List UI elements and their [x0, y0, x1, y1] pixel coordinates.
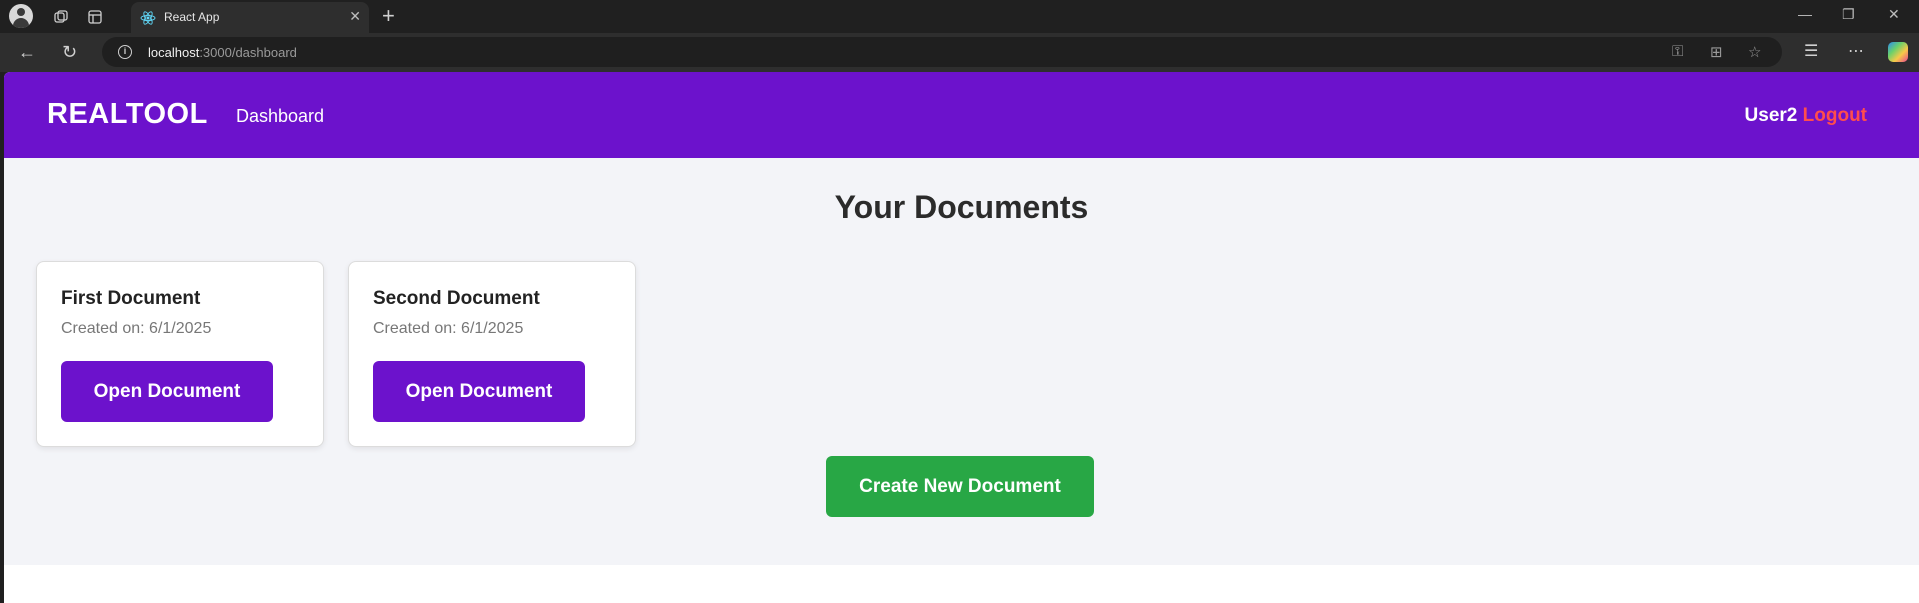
close-window-icon[interactable]: ✕: [1888, 6, 1900, 23]
create-document-button[interactable]: Create New Document: [826, 456, 1094, 517]
user-name: User2: [1744, 105, 1798, 126]
minimize-icon[interactable]: —: [1798, 6, 1812, 22]
document-title: Second Document: [373, 288, 540, 309]
workspaces-icon[interactable]: [50, 6, 72, 28]
document-created-date: Created on: 6/1/2025: [373, 320, 524, 337]
close-tab-icon[interactable]: ✕: [349, 8, 361, 25]
favorites-icon[interactable]: ☰: [1804, 41, 1818, 61]
profile-avatar-icon[interactable]: [9, 4, 33, 28]
document-card: First Document Created on: 6/1/2025 Open…: [36, 261, 324, 447]
tab-actions-icon[interactable]: [84, 6, 106, 28]
favorite-star-icon[interactable]: ☆: [1748, 43, 1761, 61]
app-header: REALTOOL Dashboard User2 Logout: [4, 72, 1919, 158]
url-input[interactable]: i localhost:3000/dashboard ⚿ ⊞ ☆: [102, 37, 1782, 67]
refresh-icon[interactable]: ↻: [62, 42, 77, 63]
copilot-icon[interactable]: [1888, 42, 1908, 62]
browser-tab-active[interactable]: React App ✕: [131, 2, 369, 33]
open-document-button[interactable]: Open Document: [373, 361, 585, 422]
new-tab-icon[interactable]: +: [382, 3, 395, 29]
nav-dashboard-link[interactable]: Dashboard: [236, 106, 324, 127]
tab-title: React App: [164, 10, 220, 24]
document-title: First Document: [61, 288, 201, 309]
back-icon[interactable]: ←: [18, 42, 36, 63]
logout-link[interactable]: Logout: [1803, 105, 1867, 126]
document-created-date: Created on: 6/1/2025: [61, 320, 212, 337]
react-logo-icon: [140, 11, 156, 25]
page-title: Your Documents: [834, 189, 1089, 225]
site-info-icon[interactable]: i: [118, 45, 132, 59]
key-icon[interactable]: ⚿: [1672, 43, 1683, 60]
document-card: Second Document Created on: 6/1/2025 Ope…: [348, 261, 636, 447]
user-area: User2 Logout: [1745, 105, 1867, 127]
page-viewport: REALTOOL Dashboard User2 Logout Your Doc…: [4, 72, 1919, 603]
browser-tab-bar: React App ✕ + — ❐ ✕: [0, 0, 1919, 33]
more-options-icon[interactable]: ⋯: [1848, 41, 1864, 61]
url-text: localhost:3000/dashboard: [148, 45, 297, 60]
restore-icon[interactable]: ❐: [1842, 6, 1855, 23]
browser-address-bar: ← ↻ i localhost:3000/dashboard ⚿ ⊞ ☆ ☰ ⋯: [0, 33, 1919, 72]
app-available-icon[interactable]: ⊞: [1710, 43, 1723, 61]
brand-logo[interactable]: REALTOOL: [47, 98, 208, 131]
open-document-button[interactable]: Open Document: [61, 361, 273, 422]
